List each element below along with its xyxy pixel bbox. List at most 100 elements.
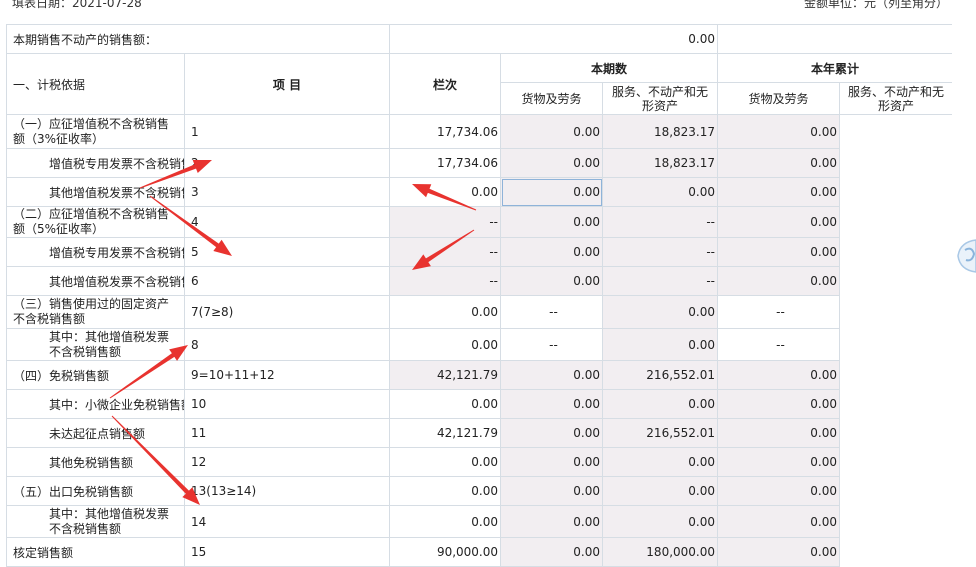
ytd-goods-value: 180,000.00 (602, 537, 719, 567)
header-ytd-goods: 货物及劳务 (717, 82, 841, 115)
table-row: 其中：小微企业免税销售额 10 0.00 0.00 0.00 0.00 (6, 389, 953, 419)
current-goods-input[interactable]: 0.00 (389, 328, 502, 361)
current-service-input: 0.00 (500, 418, 604, 448)
ytd-service-value: -- (717, 328, 841, 361)
ytd-service-value: 0.00 (717, 418, 841, 448)
ytd-goods-value: 216,552.01 (602, 360, 719, 390)
row-col-no: 7(7≥8) (183, 295, 391, 329)
ytd-service-value: 0.00 (717, 237, 841, 267)
ytd-goods-value: 0.00 (602, 295, 719, 329)
table-row: 增值税专用发票不含税销售额5--0.00--0.00 (6, 237, 953, 267)
ytd-goods-value: 0.00 (602, 447, 719, 477)
row-col-no: 13(13≥14) (183, 476, 391, 506)
ytd-service-value: 0.00 (717, 114, 841, 149)
current-service-input: 0.00 (500, 114, 604, 149)
vertical-scrollbar[interactable] (952, 0, 976, 558)
top-header-strip: 填表日期：2021-07-28 金额单位：元（列至角分） (0, 0, 976, 14)
chat-bubble-icon[interactable] (950, 236, 976, 276)
top-row-value: 0.00 (389, 24, 719, 54)
ytd-goods-value: 18,823.17 (602, 148, 719, 178)
row-col-no: 11 (183, 418, 391, 448)
current-service-input: 0.00 (500, 237, 604, 267)
row-item-name: 其他免税销售额 (6, 447, 185, 477)
ytd-goods-value: -- (602, 237, 719, 267)
row-col-no: 9=10+11+12 (183, 360, 391, 390)
row-item-name: 其他增值税发票不含税销售额 (6, 177, 185, 207)
current-goods-input[interactable]: 17,734.06 (389, 114, 502, 149)
ytd-goods-value: 0.00 (602, 505, 719, 538)
ytd-goods-value: 0.00 (602, 177, 719, 207)
ytd-goods-value: 0.00 (602, 476, 719, 506)
header-current-service: 服务、不动产和无形资产 (602, 82, 719, 115)
row-item-name: 其中：小微企业免税销售额 (6, 389, 185, 419)
header-current-goods: 货物及劳务 (500, 82, 604, 115)
ytd-service-value: 0.00 (717, 447, 841, 477)
row-item-name: 其中：其他增值税发票不含税销售额 (6, 328, 185, 361)
current-goods-input[interactable]: 42,121.79 (389, 418, 502, 448)
fill-date-value: 2021-07-28 (72, 0, 142, 10)
section-label: 一、计税依据 (6, 53, 185, 115)
ytd-service-value: 0.00 (717, 266, 841, 296)
ytd-service-value: 0.00 (717, 476, 841, 506)
table-row: （五）出口免税销售额 13(13≥14) 0.00 0.00 0.00 0.00 (6, 476, 953, 506)
table-row: 其他免税销售额 12 0.00 0.00 0.00 0.00 (6, 447, 953, 477)
ytd-goods-value: 0.00 (602, 328, 719, 361)
current-service-input: 0.00 (500, 177, 604, 207)
ytd-service-value: 0.00 (717, 505, 841, 538)
ytd-service-value: 0.00 (717, 537, 841, 567)
current-service-input: 0.00 (500, 447, 604, 477)
current-goods-input[interactable]: 0.00 (389, 505, 502, 538)
current-service-input[interactable]: -- (500, 295, 604, 329)
header-current-period: 本期数 (500, 53, 719, 83)
current-goods-input[interactable]: 0.00 (389, 389, 502, 419)
current-service-input[interactable]: -- (500, 328, 604, 361)
current-goods-input[interactable]: 90,000.00 (389, 537, 502, 567)
row-col-no: 2 (183, 148, 391, 178)
ytd-service-value: 0.00 (717, 177, 841, 207)
current-service-input: 0.00 (500, 537, 604, 567)
current-service-input: 0.00 (500, 266, 604, 296)
header-ytd: 本年累计 (717, 53, 954, 83)
current-goods-input[interactable]: 17,734.06 (389, 148, 502, 178)
row-item-name: （一）应征增值税不含税销售额（3%征收率） (6, 114, 185, 149)
row-item-name: 未达起征点销售额 (6, 418, 185, 448)
row-item-name: 其他增值税发票不含税销售额 (6, 266, 185, 296)
table-row: （一）应征增值税不含税销售额（3%征收率） 1 17,734.06 0.00 18,82… (6, 114, 953, 149)
current-service-input: 0.00 (500, 360, 604, 390)
table-row: （三）销售使用过的固定资产不含税销售额 7(7≥8) 0.00 -- 0.00 -- (6, 295, 953, 329)
table-row: 未达起征点销售额 11 42,121.79 0.00 216,552.01 0.00 (6, 418, 953, 448)
row-item-name: 其中：其他增值税发票不含税销售额 (6, 505, 185, 538)
table-row: （四）免税销售额 9=10+11+12 42,121.79 0.00 216,552.0… (6, 360, 953, 390)
row-item-name: （三）销售使用过的固定资产不含税销售额 (6, 295, 185, 329)
row-col-no: 10 (183, 389, 391, 419)
current-goods-input: -- (389, 266, 502, 296)
row-col-no: 15 (183, 537, 391, 567)
current-goods-input: 42,121.79 (389, 360, 502, 390)
current-service-input: 0.00 (500, 389, 604, 419)
current-goods-input[interactable]: 0.00 (389, 447, 502, 477)
header-item: 项 目 (183, 53, 391, 115)
table-row: 其他增值税发票不含税销售额6--0.00--0.00 (6, 266, 953, 296)
row-col-no: 8 (183, 328, 391, 361)
current-goods-input[interactable]: 0.00 (389, 295, 502, 329)
ytd-service-value: 0.00 (717, 389, 841, 419)
row-col-no: 3 (183, 177, 391, 207)
table-row: 其中：其他增值税发票不含税销售额 14 0.00 0.00 0.00 0.00 (6, 505, 953, 538)
table-row: 核定销售额 15 90,000.00 0.00 180,000.00 0.00 (6, 537, 953, 567)
header-ytd-service: 服务、不动产和无形资产 (839, 82, 954, 115)
current-goods-input[interactable]: 0.00 (389, 177, 502, 207)
row-item-name: （四）免税销售额 (6, 360, 185, 390)
row-col-no: 5 (183, 237, 391, 267)
row-col-no: 1 (183, 114, 391, 149)
current-goods-input[interactable]: 0.00 (389, 476, 502, 506)
table-row: （二）应征增值税不含税销售额（5%征收率） 4 -- 0.00 -- 0.00 (6, 206, 953, 238)
row-item-name: 增值税专用发票不含税销售额 (6, 237, 185, 267)
current-goods-input: -- (389, 237, 502, 267)
row-item-name: 增值税专用发票不含税销售额 (6, 148, 185, 178)
current-goods-input: -- (389, 206, 502, 238)
current-service-input: 0.00 (500, 206, 604, 238)
ytd-goods-value: -- (602, 206, 719, 238)
row-col-no: 4 (183, 206, 391, 238)
current-service-input: 0.00 (500, 148, 604, 178)
ytd-service-value: 0.00 (717, 148, 841, 178)
